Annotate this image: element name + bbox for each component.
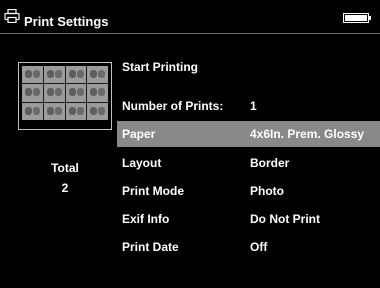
start-printing-button[interactable]: Start Printing — [122, 60, 198, 74]
total-value: 2 — [61, 181, 69, 195]
thumbnail-cell — [43, 84, 65, 102]
menu-item-exif-info[interactable]: Exif Info Do Not Print — [117, 206, 380, 232]
total-label: Total — [51, 161, 79, 175]
thumbnail-cell — [65, 84, 87, 102]
menu-item-value: Photo — [250, 184, 284, 198]
thumbnail-cell — [22, 102, 43, 120]
menu-item-print-mode[interactable]: Print Mode Photo — [117, 178, 380, 204]
thumbnail-cell — [87, 84, 108, 102]
thumbnail-cell — [65, 102, 87, 120]
menu-item-label: Layout — [122, 156, 162, 170]
page-title: Print Settings — [24, 14, 109, 29]
menu-item-label: Print Date — [122, 240, 179, 254]
menu-item-value: 4x6In. Prem. Glossy — [250, 127, 365, 141]
menu-item-value: 1 — [250, 99, 257, 113]
thumbnail-cell — [22, 84, 43, 102]
menu-item-value: Off — [250, 240, 268, 254]
menu-item-print-date[interactable]: Print Date Off — [117, 234, 380, 260]
menu-item-label: Paper — [122, 127, 156, 141]
thumbnail-grid — [22, 66, 108, 120]
title-bar: Print Settings — [0, 0, 380, 31]
menu-item-label: Number of Prints: — [122, 99, 224, 113]
thumbnail-cell — [65, 66, 87, 84]
thumbnail-cell — [87, 102, 108, 120]
menu-item-layout[interactable]: Layout Border — [117, 150, 380, 176]
thumbnail-cell — [43, 66, 65, 84]
printer-icon — [4, 9, 20, 23]
menu-item-label: Print Mode — [122, 184, 184, 198]
thumbnail-cell — [87, 66, 108, 84]
thumbnail-cell — [43, 102, 65, 120]
menu-item-paper[interactable]: Paper 4x6In. Prem. Glossy — [117, 121, 380, 147]
menu-item-label: Exif Info — [122, 212, 170, 226]
menu-item-number-of-prints[interactable]: Number of Prints: 1 — [117, 93, 380, 119]
menu-item-value: Do Not Print — [250, 212, 320, 226]
battery-icon — [343, 13, 371, 23]
print-preview-thumbnail — [18, 62, 112, 130]
menu-item-value: Border — [250, 156, 290, 170]
thumbnail-cell — [22, 66, 43, 84]
title-divider — [0, 33, 380, 34]
